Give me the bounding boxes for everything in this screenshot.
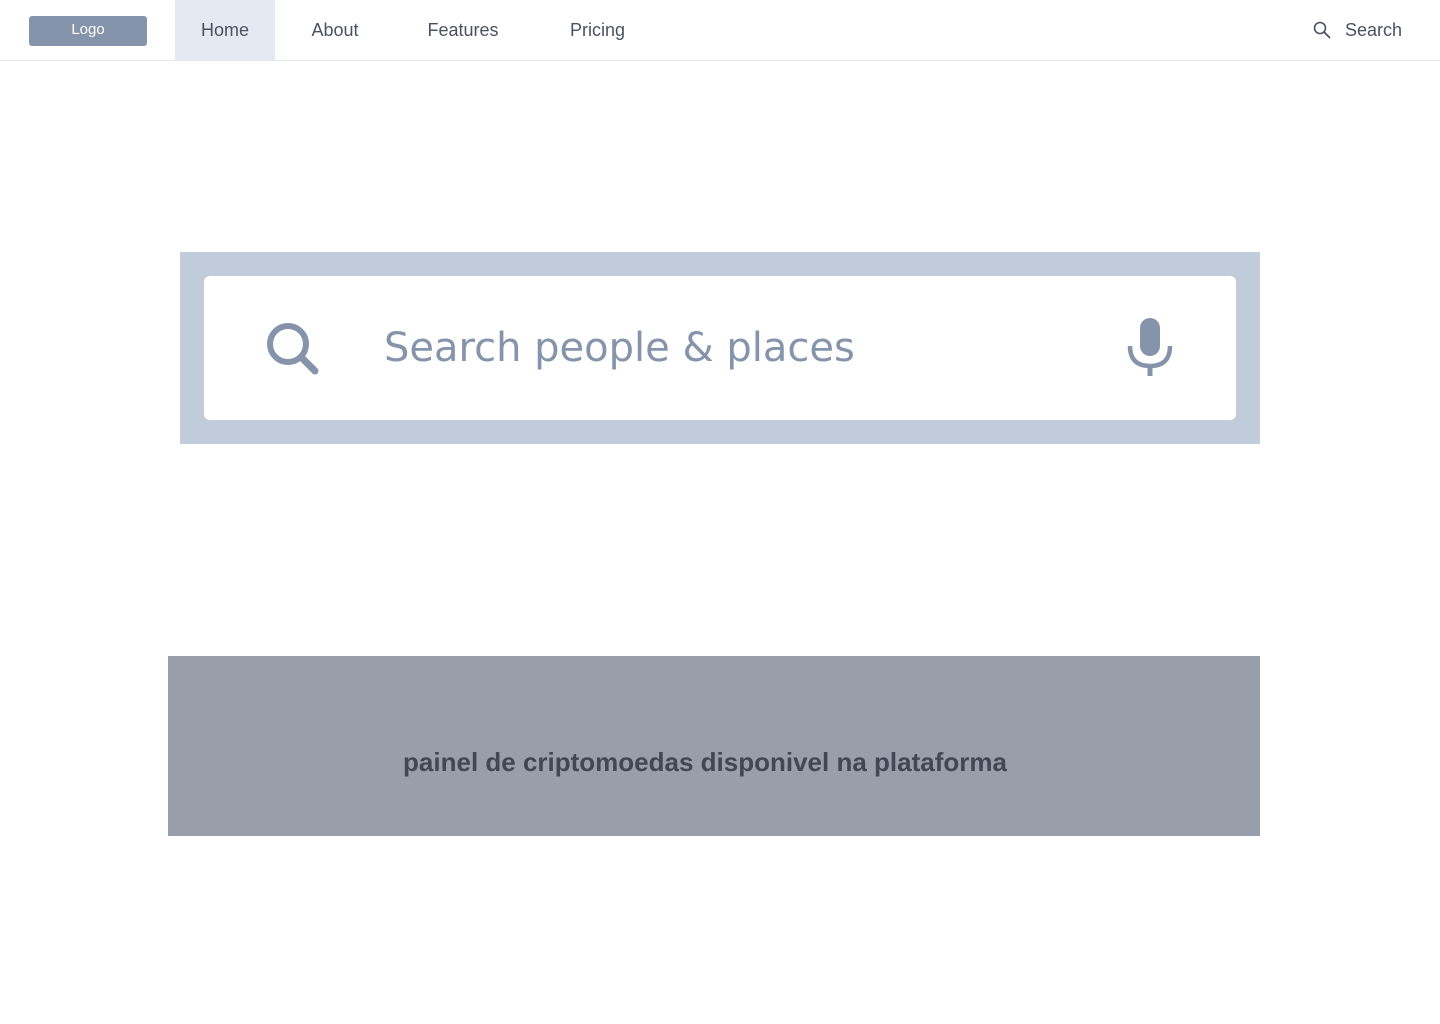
header-search-button[interactable]: Search bbox=[1313, 0, 1402, 60]
microphone-icon[interactable] bbox=[1124, 318, 1176, 378]
nav-item-pricing[interactable]: Pricing bbox=[550, 0, 645, 60]
search-bar[interactable] bbox=[204, 276, 1236, 420]
nav-item-features[interactable]: Features bbox=[408, 0, 518, 60]
nav-item-about[interactable]: About bbox=[290, 0, 380, 60]
promo-banner: painel de criptomoedas disponivel na pla… bbox=[168, 656, 1260, 836]
search-icon bbox=[1313, 21, 1331, 39]
banner-text: painel de criptomoedas disponivel na pla… bbox=[403, 746, 1007, 777]
search-panel bbox=[180, 252, 1260, 444]
nav-item-home[interactable]: Home bbox=[175, 0, 275, 60]
logo[interactable]: Logo bbox=[29, 16, 147, 46]
search-input[interactable] bbox=[384, 312, 1104, 384]
top-navigation-bar: Logo Home About Features Pricing Search bbox=[0, 0, 1440, 61]
header-search-label: Search bbox=[1344, 19, 1402, 40]
search-icon[interactable] bbox=[264, 320, 324, 380]
